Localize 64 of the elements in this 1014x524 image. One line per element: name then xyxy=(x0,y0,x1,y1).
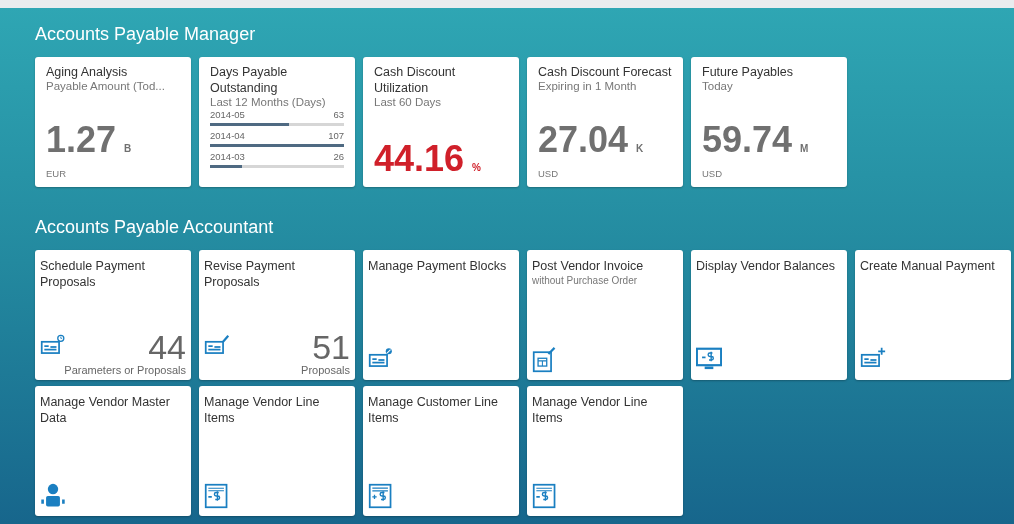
document-dollar-icon xyxy=(532,483,558,509)
tile-title: Display Vendor Balances xyxy=(696,258,836,274)
count-label: Proposals xyxy=(300,364,350,377)
document-dollar-icon xyxy=(204,483,230,509)
person-icon xyxy=(40,483,66,509)
bar-value: 26 xyxy=(333,151,344,162)
tile-title: Manage Vendor Line Items xyxy=(532,394,649,426)
tile-title: Schedule Payment Proposals xyxy=(40,258,146,290)
bar-label: 2014-05 xyxy=(210,109,245,120)
tile-title: Cash Discount Utilization xyxy=(374,64,457,96)
tile[interactable]: Days Payable Outstanding Last 12 Months (Days) 2014-05 63 2014-04 107 2014-03 26 xyxy=(199,57,355,187)
tile[interactable]: Post Vendor Invoice without Purchase Order xyxy=(527,250,683,380)
tile-count: 51 xyxy=(312,330,350,364)
tile-subtitle: Last 60 Days xyxy=(374,96,443,108)
group-title: Accounts Payable Manager xyxy=(35,23,257,46)
tile[interactable]: Create Manual Payment xyxy=(855,250,1011,380)
tile[interactable]: Manage Vendor Line Items xyxy=(527,386,683,516)
tile[interactable]: Display Vendor Balances xyxy=(691,250,847,380)
tile-subtitle: Expiring in 1 Month xyxy=(538,80,638,92)
tile[interactable]: Manage Vendor Line Items xyxy=(199,386,355,516)
tile[interactable]: Cash Discount Utilization Last 60 Days 44.16 % xyxy=(363,57,519,187)
tile-footer: USD xyxy=(534,160,676,179)
tile[interactable]: Cash Discount Forecast Expiring in 1 Month 27.04 K USD xyxy=(527,57,683,187)
kpi-scale: M xyxy=(800,143,809,154)
tile-title: Aging Analysis xyxy=(46,64,129,80)
tile-title: Days Payable Outstanding xyxy=(210,64,289,96)
tile-title: Create Manual Payment xyxy=(860,258,996,274)
bar-value: 107 xyxy=(328,130,344,141)
tile[interactable]: Schedule Payment Proposals 44 Parameters or Proposals xyxy=(35,250,191,380)
kpi-scale: B xyxy=(124,143,132,154)
tile-title: Manage Payment Blocks xyxy=(368,258,508,274)
kpi-value: 59.74 xyxy=(702,120,793,160)
tile-title: Manage Vendor Line Items xyxy=(204,394,321,426)
kpi-value: 27.04 xyxy=(538,120,629,160)
group-title: Accounts Payable Accountant xyxy=(35,216,275,239)
tile-subtitle: without Purchase Order xyxy=(532,275,639,287)
tile-subtitle: Last 12 Months (Days) xyxy=(210,96,327,108)
bar-label: 2014-03 xyxy=(210,151,245,162)
kpi-scale: % xyxy=(472,162,481,173)
count-label: Parameters or Proposals xyxy=(63,364,186,377)
tile[interactable]: Manage Vendor Master Data xyxy=(35,386,191,516)
tile-title: Manage Customer Line Items xyxy=(368,394,499,426)
tile-subtitle: Today xyxy=(702,80,734,92)
tile-title: Post Vendor Invoice xyxy=(532,258,645,274)
tile-title: Revise Payment Proposals xyxy=(204,258,296,290)
tile-title: Future Payables xyxy=(702,64,795,80)
kpi-scale: K xyxy=(636,143,644,154)
kpi-value: 1.27 xyxy=(46,120,117,160)
tile-title: Manage Vendor Master Data xyxy=(40,394,171,426)
tile[interactable]: Revise Payment Proposals 51 Proposals xyxy=(199,250,355,380)
invoice-pen-icon xyxy=(532,347,558,373)
tile-subtitle: Payable Amount (Tod... xyxy=(46,80,166,92)
tile[interactable]: Manage Customer Line Items xyxy=(363,386,519,516)
tile-footer: EUR xyxy=(42,160,184,179)
tile-title: Cash Discount Forecast xyxy=(538,64,672,80)
document-dollar-icon xyxy=(368,483,394,509)
bar-label: 2014-04 xyxy=(210,130,245,141)
tile-footer: USD xyxy=(698,160,840,179)
tile-count: 44 xyxy=(148,330,186,364)
bar-value: 63 xyxy=(333,109,344,120)
tile[interactable]: Aging Analysis Payable Amount (Tod... 1.27 B EUR xyxy=(35,57,191,187)
tile[interactable]: Future Payables Today 59.74 M USD xyxy=(691,57,847,187)
kpi-value: 44.16 xyxy=(374,139,465,179)
tile[interactable]: Manage Payment Blocks xyxy=(363,250,519,380)
